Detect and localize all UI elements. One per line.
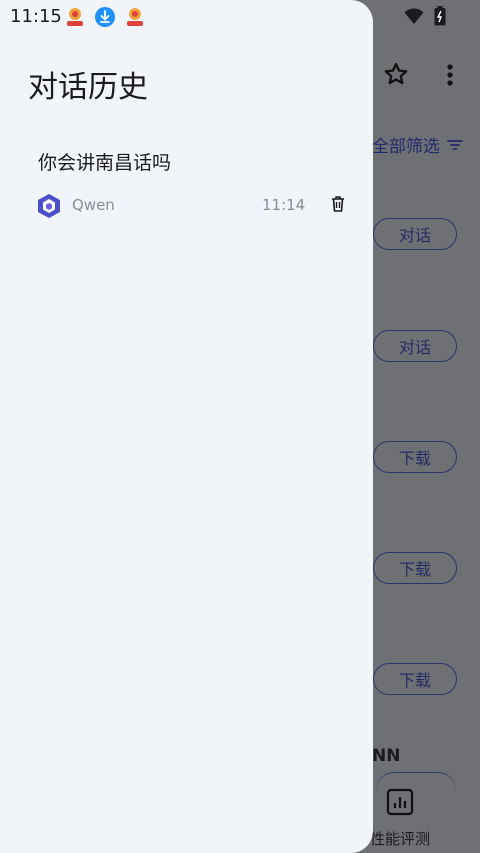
history-drawer: 对话历史 你会讲南昌话吗 Qwen 11:14	[0, 0, 373, 853]
filter-icon	[447, 139, 463, 150]
app-notification-icon	[127, 8, 143, 26]
qwen-logo-icon	[38, 194, 60, 218]
app-notification-icon	[67, 8, 83, 26]
conversation-item[interactable]: 你会讲南昌话吗 Qwen 11:14	[14, 138, 358, 238]
status-time: 11:15	[10, 6, 62, 27]
benchmark-icon[interactable]	[386, 788, 414, 816]
wifi-icon	[404, 8, 424, 24]
status-bar: 11:15	[0, 0, 480, 34]
download-button[interactable]: 下载	[373, 441, 457, 473]
more-vert-icon[interactable]	[440, 62, 460, 88]
conversation-time: 11:14	[262, 196, 306, 214]
download-button[interactable]: 下载	[373, 663, 457, 695]
chat-button[interactable]: 对话	[373, 330, 457, 362]
download-notification-icon	[95, 7, 115, 27]
battery-icon	[434, 6, 446, 26]
filter-button[interactable]: 全部筛选	[372, 132, 464, 157]
conversation-title: 你会讲南昌话吗	[38, 152, 172, 174]
star-icon[interactable]	[382, 60, 410, 88]
conversation-model: Qwen	[72, 196, 115, 214]
download-button[interactable]: 下载	[373, 552, 457, 584]
drawer-title: 对话历史	[28, 70, 148, 105]
section-label: NN	[372, 746, 401, 766]
filter-label: 全部筛选	[372, 137, 440, 157]
bottom-nav-label: 性能评测	[370, 830, 431, 848]
trash-icon[interactable]	[328, 194, 348, 214]
chat-button[interactable]: 对话	[373, 218, 457, 250]
